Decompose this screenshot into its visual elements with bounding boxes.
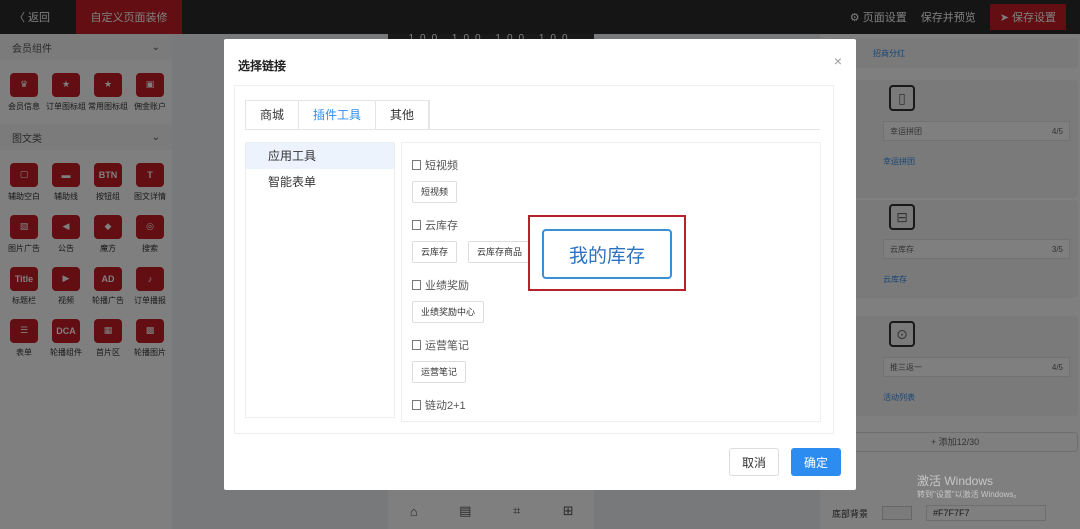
section-title: 链动2+1 [425,400,466,412]
section-title: 业绩奖励 [425,280,469,292]
link-short-video[interactable]: 短视频 [412,181,458,203]
document-icon [412,340,421,350]
dialog-title: 选择链接 [238,59,287,73]
link-cloud-stock[interactable]: 云库存 [412,241,458,263]
link-ops-notes[interactable]: 运营笔记 [412,361,467,383]
cancel-button[interactable]: 取消 [729,448,779,476]
tab-other[interactable]: 其他 [376,101,430,130]
document-icon [412,220,421,230]
section-title: 运营笔记 [425,340,469,352]
menu-item-smart-form[interactable]: 智能表单 [246,169,394,195]
section-ops-notes: 运营笔记 [412,337,469,353]
close-icon[interactable]: × [834,53,842,69]
watermark-line2: 转到"设置"以激活 Windows。 [917,490,1022,499]
tab-mall[interactable]: 商城 [246,101,300,130]
highlight-frame: 我的库存 [528,215,686,291]
tab-bar: 商城 插件工具 其他 [245,100,431,130]
section-chain-2plus1: 链动2+1 [412,397,466,413]
document-icon [412,280,421,290]
document-icon [412,160,421,170]
watermark-line1: 激活 Windows [917,474,994,488]
my-stock-link[interactable]: 我的库存 [542,229,672,279]
document-icon [412,400,421,410]
link-cloud-stock-goods[interactable]: 云库存商品 [468,241,532,263]
activation-watermark: 激活 Windows 转到"设置"以激活 Windows。 [917,474,1021,502]
tab-plugin-tools[interactable]: 插件工具 [299,101,377,130]
tab-divider [245,129,820,130]
section-performance-reward: 业绩奖励 [412,277,469,293]
section-cloud-stock: 云库存 [412,217,458,233]
link-reward-center[interactable]: 业绩奖励中心 [412,301,485,323]
section-title: 云库存 [425,220,458,232]
menu-item-app-tools[interactable]: 应用工具 [246,143,394,169]
section-title: 短视频 [425,160,458,172]
category-menu: 应用工具 智能表单 [245,142,395,418]
section-short-video: 短视频 [412,157,458,173]
confirm-button[interactable]: 确定 [791,448,841,476]
